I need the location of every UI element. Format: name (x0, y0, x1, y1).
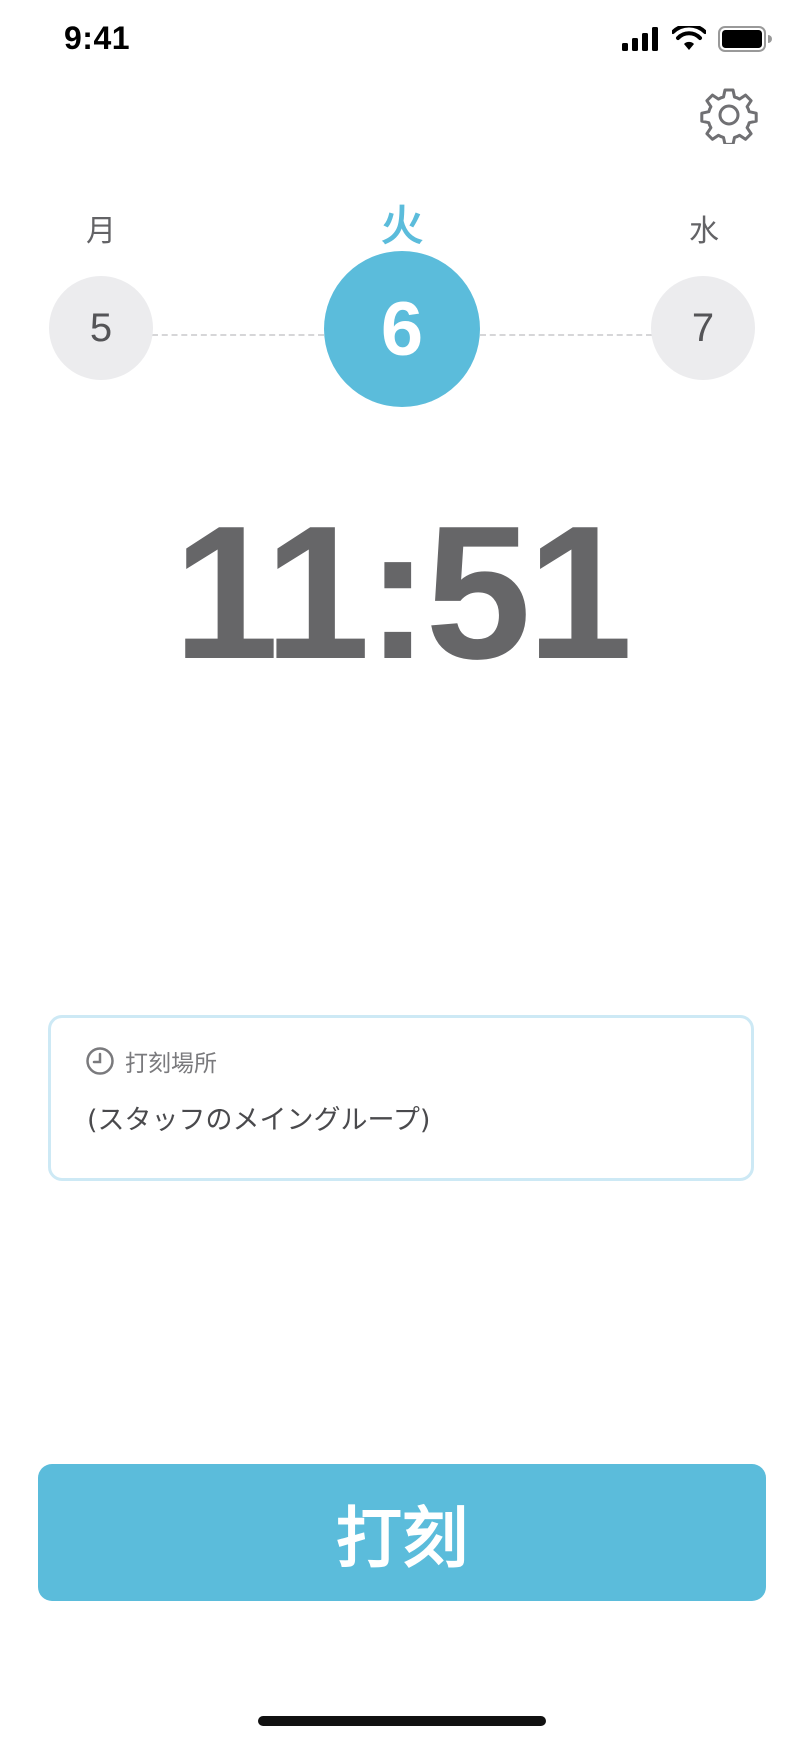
status-icons (622, 26, 772, 52)
current-time: 11:51 (173, 487, 632, 699)
punch-button[interactable]: 打刻 (38, 1464, 766, 1601)
location-heading: 打刻場所 (85, 1044, 217, 1078)
day-circle-7[interactable]: 7 (651, 276, 755, 380)
settings-button[interactable] (700, 86, 758, 146)
day-circle-6-selected[interactable]: 6 (324, 251, 480, 407)
day-connector-right (480, 334, 652, 336)
day-connector-left (152, 334, 324, 336)
location-value: (スタッフのメイングループ) (87, 1105, 431, 1136)
punch-location-card[interactable]: 打刻場所 (スタッフのメイングループ) (48, 1015, 754, 1181)
status-bar: 9:41 (0, 0, 802, 90)
home-indicator (258, 1716, 546, 1726)
weekday-label-tue: 火 (380, 201, 423, 250)
status-time: 9:41 (64, 20, 131, 56)
weekday-label-wed: 水 (689, 214, 719, 249)
day-circle-5[interactable]: 5 (49, 276, 153, 380)
weekday-label-mon: 月 (86, 214, 116, 249)
battery-icon (718, 26, 772, 52)
clock-icon (86, 1047, 114, 1075)
cellular-signal-icon (622, 27, 658, 51)
wifi-icon (672, 26, 706, 50)
location-label: 打刻場所 (125, 1051, 217, 1077)
gear-icon (700, 88, 758, 146)
